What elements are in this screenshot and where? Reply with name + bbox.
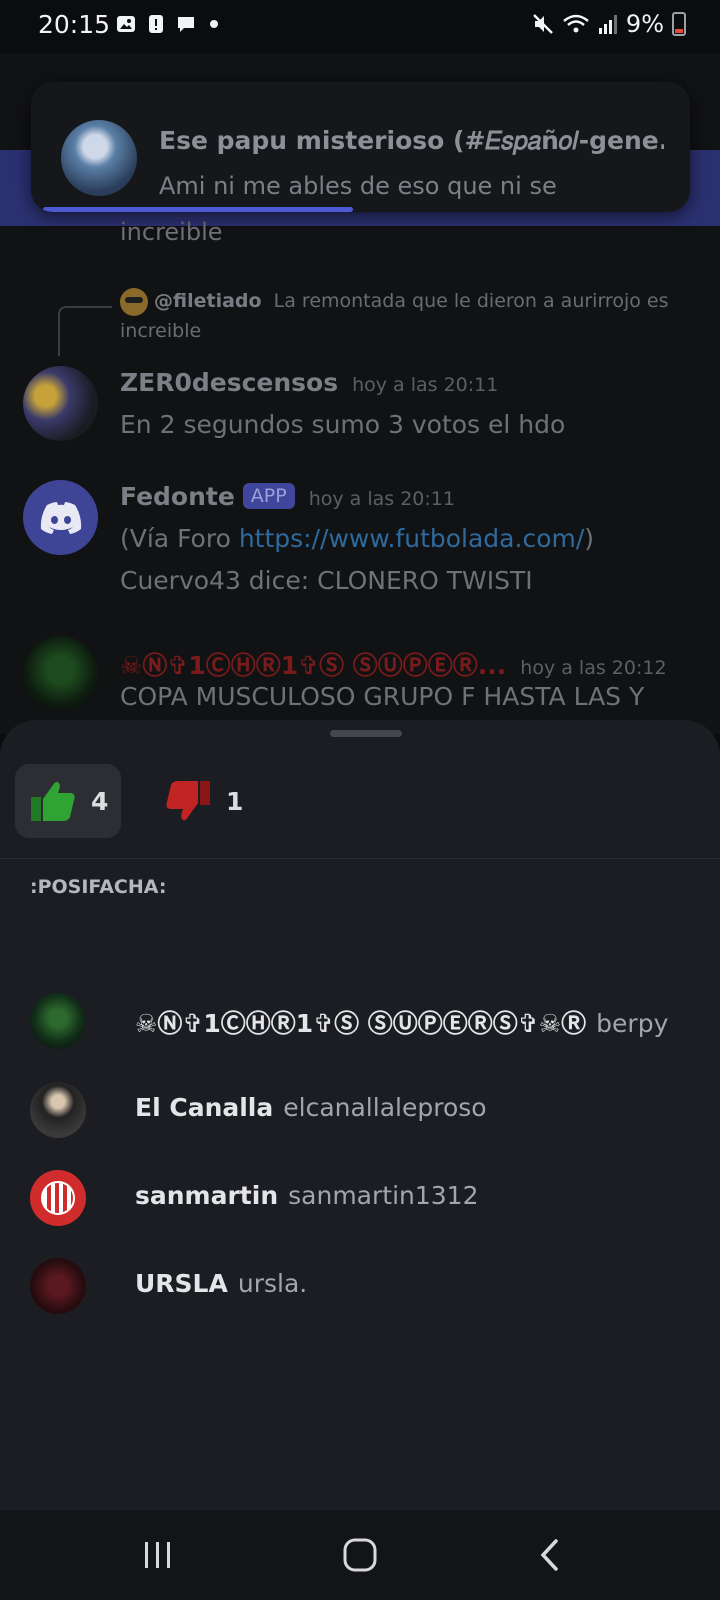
message-link[interactable]: https://www.futbolada.com/ xyxy=(239,524,584,553)
author-name: Fedonte xyxy=(120,482,235,511)
reaction-user-row[interactable]: sanmartin sanmartin1312 xyxy=(0,1161,720,1241)
message-time: hoy a las 20:11 xyxy=(308,488,455,510)
reaction-user-row[interactable]: ☠Ⓝ✞1ⒸⒽⓇ1✞Ⓢ ⓈⓊⓅⒺⓇⓈ✞☠Ⓡ berpy xyxy=(0,984,720,1064)
user-display-name: El Canalla elcanallaleproso xyxy=(135,1093,487,1122)
avatar xyxy=(30,1170,86,1226)
display-name: El Canalla xyxy=(135,1093,274,1122)
avatar[interactable] xyxy=(23,480,98,555)
discord-logo-icon xyxy=(40,501,81,534)
back-icon xyxy=(540,1539,558,1571)
notification-title: Ese papu misterioso (#𝐸𝑠𝑝𝑎ñ𝑜𝑙-gene... xyxy=(159,126,664,155)
reaction-thumbs-up[interactable]: 4 xyxy=(15,764,121,838)
dot-icon xyxy=(210,20,218,28)
reply-username: @filetiado xyxy=(154,290,262,312)
app-badge: APP xyxy=(242,483,295,509)
message-author[interactable]: ZER0descensos hoy a las 20:11 xyxy=(120,368,498,397)
avatar xyxy=(30,1082,86,1138)
avatar[interactable] xyxy=(23,366,98,441)
user-display-name: sanmartin sanmartin1312 xyxy=(135,1181,478,1210)
status-time: 20:15 xyxy=(38,10,111,39)
user-display-name: URSLA ursla. xyxy=(135,1269,307,1298)
message-author[interactable]: Fedonte APP hoy a las 20:11 xyxy=(120,482,455,511)
message-text: COPA MUSCULOSO GRUPO F HASTA LAS Y xyxy=(120,682,645,711)
text-segment: ) xyxy=(584,524,595,553)
gallery-icon xyxy=(117,16,135,32)
author-name: ZER0descensos xyxy=(120,368,339,397)
message-continuation: increible xyxy=(120,218,223,246)
reply-avatar xyxy=(120,287,148,316)
reactions-sheet: 4 1 :POSIFACHA: ☠Ⓝ✞1ⒸⒽⓇ1✞Ⓢ ⓈⓊⓅⒺⓇⓈ✞☠Ⓡ berp… xyxy=(0,720,720,1510)
signal-icon xyxy=(598,15,617,34)
thumbs-down-icon xyxy=(166,781,210,821)
avatar[interactable] xyxy=(23,636,98,711)
reaction-count: 4 xyxy=(91,786,109,816)
reaction-user-row[interactable]: El Canalla elcanallaleproso xyxy=(0,1073,720,1153)
divider xyxy=(0,858,720,859)
avatar xyxy=(30,1258,86,1314)
alert-icon xyxy=(149,15,163,33)
text-segment: (Vía Foro xyxy=(120,524,239,553)
reply-preview[interactable]: @filetiado La remontada que le dieron a … xyxy=(120,286,680,346)
reaction-count: 1 xyxy=(226,786,244,816)
display-name: URSLA xyxy=(135,1269,228,1298)
home-icon xyxy=(343,1538,377,1572)
chat-bubble-icon xyxy=(178,17,194,32)
reaction-section-label: :POSIFACHA: xyxy=(30,876,167,898)
notification-body: Ami ni me ables de eso que ni se xyxy=(159,172,557,200)
reaction-thumbs-down[interactable]: 1 xyxy=(150,764,256,838)
display-name: sanmartin xyxy=(135,1181,279,1210)
reply-connector xyxy=(58,306,112,356)
message-time: hoy a las 20:11 xyxy=(352,374,499,396)
username: sanmartin1312 xyxy=(288,1181,479,1210)
home-button[interactable] xyxy=(330,1530,390,1580)
mute-icon xyxy=(533,14,553,34)
status-right-icons: 9% xyxy=(532,10,686,38)
reaction-user-row[interactable]: URSLA ursla. xyxy=(0,1249,720,1329)
battery-percent: 9% xyxy=(625,10,664,38)
thumbs-up-icon xyxy=(31,781,75,821)
sheet-drag-handle[interactable] xyxy=(330,730,402,737)
recent-apps-icon xyxy=(145,1542,170,1568)
username: elcanallaleproso xyxy=(283,1093,487,1122)
notification-progress xyxy=(43,207,353,212)
username: ursla. xyxy=(237,1269,308,1298)
message-text: (Vía Foro https://www.futbolada.com/) xyxy=(120,518,594,559)
wifi-icon xyxy=(563,14,589,33)
notification-toast[interactable]: Ese papu misterioso (#𝐸𝑠𝑝𝑎ñ𝑜𝑙-gene... Am… xyxy=(31,82,690,212)
back-button[interactable] xyxy=(520,1530,580,1580)
username: berpy xyxy=(596,1009,669,1038)
battery-icon xyxy=(672,12,686,36)
user-display-name: ☠Ⓝ✞1ⒸⒽⓇ1✞Ⓢ ⓈⓊⓅⒺⓇⓈ✞☠Ⓡ berpy xyxy=(135,1004,668,1040)
status-left-icons xyxy=(116,14,218,34)
status-bar: 20:15 9% xyxy=(0,0,720,54)
notification-avatar xyxy=(61,120,137,196)
message-text: En 2 segundos sumo 3 votos el hdo xyxy=(120,410,566,439)
recent-apps-button[interactable] xyxy=(128,1530,188,1580)
message-text: Cuervo43 dice: CLONERO TWISTI xyxy=(120,566,533,595)
display-name: ☠Ⓝ✞1ⒸⒽⓇ1✞Ⓢ ⓈⓊⓅⒺⓇⓈ✞☠Ⓡ xyxy=(135,1009,587,1038)
avatar xyxy=(30,993,86,1049)
chat-area: Ese papu misterioso (#𝐸𝑠𝑝𝑎ñ𝑜𝑙-gene... Am… xyxy=(0,54,720,734)
navigation-bar xyxy=(0,1510,720,1600)
